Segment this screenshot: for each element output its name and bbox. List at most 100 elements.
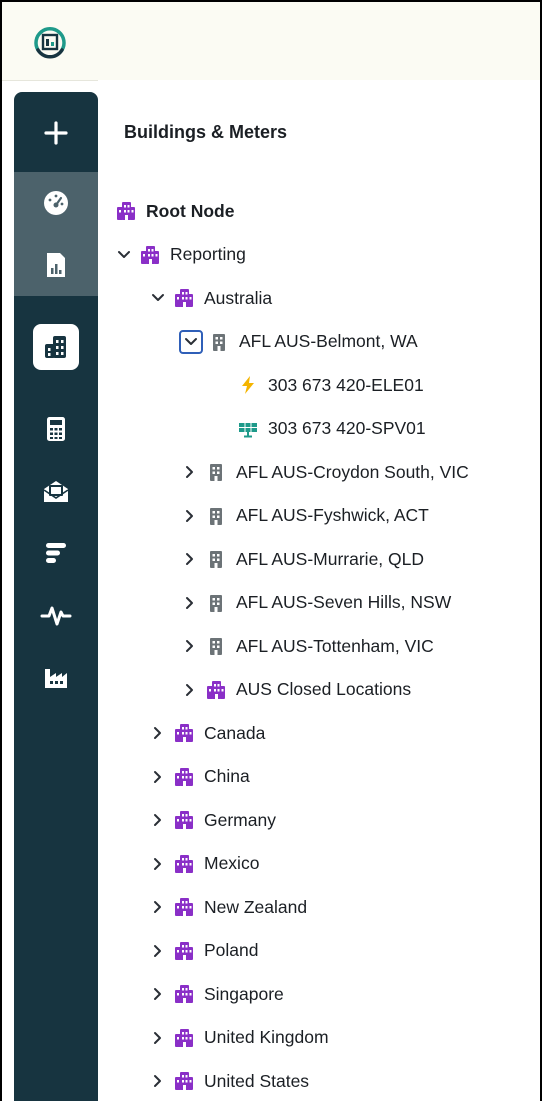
nav-reports[interactable] — [14, 234, 98, 296]
tree-node[interactable]: AFL AUS-Fyshwick, ACT — [182, 494, 429, 538]
pulse-icon — [40, 606, 72, 626]
nav-buildings[interactable] — [14, 316, 98, 378]
tree-node[interactable]: 303 673 420-SPV01 — [214, 407, 426, 451]
building-icon — [206, 462, 226, 482]
tree-node[interactable]: United Kingdom — [150, 1016, 329, 1060]
tree-node-label: United States — [204, 1070, 310, 1091]
solar-panel-icon — [238, 419, 258, 439]
tree-node[interactable]: Mexico — [150, 842, 259, 886]
chevron-right-icon[interactable] — [182, 638, 198, 654]
tree-node[interactable]: New Zealand — [150, 885, 307, 929]
tree-node[interactable]: AFL AUS-Tottenham, VIC — [182, 624, 434, 668]
building-group-icon — [174, 1028, 194, 1048]
calculator-icon — [47, 417, 65, 441]
tree-node[interactable]: Root Node — [116, 189, 234, 233]
tree-node[interactable]: Reporting — [116, 233, 246, 277]
building-group-icon — [174, 897, 194, 917]
chevron-right-icon[interactable] — [150, 1073, 166, 1089]
tree-node-label: 303 673 420-SPV01 — [268, 418, 426, 438]
app-logo-icon[interactable] — [32, 24, 68, 60]
chevron-right-icon[interactable] — [182, 682, 198, 698]
tree-node-label: Singapore — [204, 983, 284, 1004]
tree-node-label: AFL AUS-Croydon South, VIC — [236, 461, 469, 482]
top-bar — [2, 2, 540, 81]
gauge-icon — [44, 191, 68, 215]
building-group-icon — [206, 680, 226, 700]
tree-node[interactable]: China — [150, 755, 250, 799]
building-icon — [206, 636, 226, 656]
chevron-right-icon[interactable] — [182, 508, 198, 524]
building-icon — [206, 506, 226, 526]
electric-meter-icon — [238, 375, 258, 395]
building-group-icon — [140, 245, 160, 265]
building-group-icon — [174, 767, 194, 787]
tree-node[interactable]: Poland — [150, 929, 259, 973]
building-group-icon — [116, 201, 136, 221]
chevron-right-icon[interactable] — [150, 725, 166, 741]
tree-node-label: Mexico — [204, 853, 260, 873]
tree-node-label: New Zealand — [204, 896, 308, 917]
tree-node-label: Poland — [204, 940, 259, 960]
report-icon — [47, 253, 65, 277]
chevron-right-icon[interactable] — [150, 986, 166, 1002]
chevron-down-icon[interactable] — [150, 290, 166, 306]
nav-dashboard[interactable] — [14, 172, 98, 234]
tree-node-label: AFL AUS-Murrarie, QLD — [236, 548, 425, 569]
plus-icon — [44, 121, 68, 145]
chevron-right-icon[interactable] — [182, 464, 198, 480]
tree-node[interactable]: Singapore — [150, 972, 284, 1016]
nav-activity[interactable] — [14, 584, 98, 646]
tree-node[interactable]: 303 673 420-ELE01 — [214, 363, 424, 407]
factory-icon — [45, 669, 67, 688]
tree-node[interactable]: AFL AUS-Murrarie, QLD — [182, 537, 424, 581]
tree-node-label: Reporting — [170, 244, 246, 264]
tree-node[interactable]: AFL AUS-Croydon South, VIC — [182, 450, 469, 494]
tree-node-label: Australia — [204, 287, 273, 308]
tree-node[interactable]: AFL AUS-Belmont, WA — [179, 320, 418, 364]
building-group-icon — [174, 854, 194, 874]
chevron-right-icon[interactable] — [182, 595, 198, 611]
tree-node[interactable]: United States — [150, 1059, 309, 1101]
building-icon — [206, 593, 226, 613]
tree-node[interactable]: AUS Closed Locations — [182, 668, 411, 712]
chevron-right-icon[interactable] — [150, 769, 166, 785]
buildings-meters-panel: Buildings & Meters Root Node Reporting Aus… — [98, 80, 540, 1101]
building-group-icon — [174, 984, 194, 1004]
tree-node-label: AUS Closed Locations — [236, 679, 412, 699]
tree-node-label: AFL AUS-Tottenham, VIC — [236, 635, 434, 656]
side-nav — [14, 92, 98, 1101]
building-icon — [206, 549, 226, 569]
nav-industry[interactable] — [14, 646, 98, 708]
building-group-icon — [174, 810, 194, 830]
chevron-down-icon[interactable] — [116, 247, 132, 263]
panel-title: Buildings & Meters — [124, 122, 288, 142]
building-group-icon — [174, 723, 194, 743]
tree-node[interactable]: Australia — [150, 276, 272, 320]
chevron-right-icon[interactable] — [150, 899, 166, 915]
tree-node[interactable]: Germany — [150, 798, 276, 842]
chevron-right-icon[interactable] — [150, 943, 166, 959]
building-group-icon — [174, 1071, 194, 1091]
tree-node-label: 303 673 420-ELE01 — [268, 374, 424, 395]
nav-messages[interactable] — [14, 460, 98, 522]
tree-node[interactable]: AFL AUS-Seven Hills, NSW — [182, 581, 451, 625]
building-group-icon — [174, 941, 194, 961]
chevron-right-icon[interactable] — [182, 551, 198, 567]
nav-list[interactable] — [14, 522, 98, 584]
chevron-right-icon[interactable] — [150, 1030, 166, 1046]
chevron-down-icon[interactable] — [179, 329, 203, 354]
nav-calculator[interactable] — [14, 398, 98, 460]
building-group-icon — [174, 288, 194, 308]
app-frame: Buildings & Meters Root Node Reporting Aus… — [2, 2, 540, 1101]
buildings-icon — [45, 336, 66, 358]
tree-node[interactable]: Canada — [150, 711, 265, 755]
tree-node-label: United Kingdom — [204, 1027, 329, 1047]
tree-node-label: AFL AUS-Seven Hills, NSW — [236, 592, 452, 612]
list-icon — [46, 543, 66, 563]
tree-node-label: AFL AUS-Fyshwick, ACT — [236, 505, 429, 525]
nav-add[interactable] — [14, 102, 98, 164]
chevron-right-icon[interactable] — [150, 812, 166, 828]
tree-node-label: Canada — [204, 722, 266, 743]
chevron-right-icon[interactable] — [150, 856, 166, 872]
building-icon — [209, 332, 229, 352]
